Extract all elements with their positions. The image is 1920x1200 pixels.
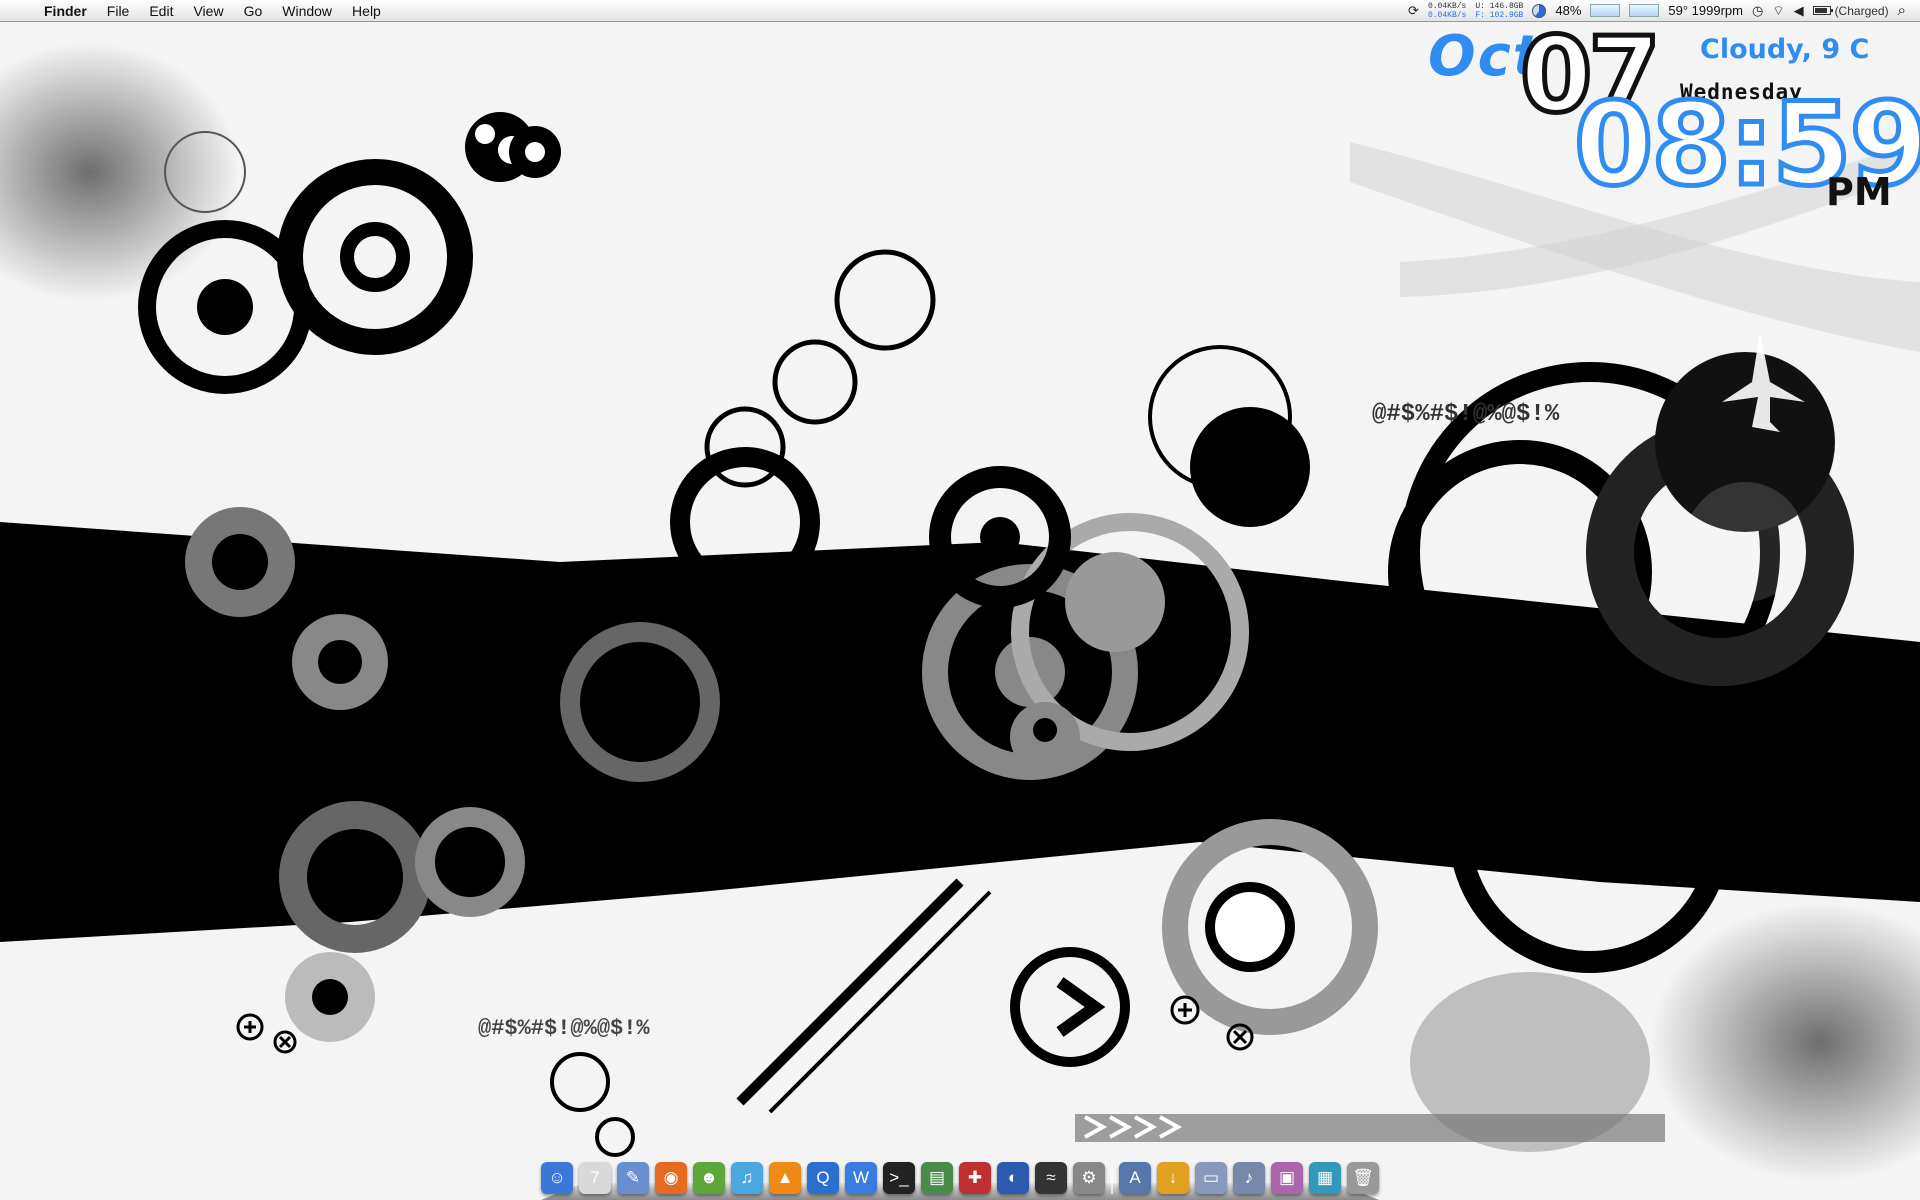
disk-free: F: 102.9GB — [1475, 10, 1524, 20]
adium-icon[interactable]: ☻ — [693, 1162, 725, 1194]
menu-bar: Finder File Edit View Go Window Help ⟳ 0… — [0, 0, 1920, 22]
activity-monitor-icon[interactable]: ▤ — [921, 1162, 953, 1194]
finder-icon[interactable]: ☺ — [541, 1162, 573, 1194]
disk-pie-icon[interactable] — [1532, 3, 1547, 18]
ical-icon[interactable]: 7 — [579, 1162, 611, 1194]
documents-stack-icon[interactable]: ▭ — [1195, 1162, 1227, 1194]
volume-icon[interactable]: ◀ — [1794, 3, 1804, 19]
pictures-stack-icon[interactable]: ▣ — [1271, 1162, 1303, 1194]
memory-graph-icon[interactable] — [1629, 4, 1660, 17]
wallpaper-symbols-1: @#$%#$!@%@$!% — [1372, 401, 1560, 428]
sync-status-icon[interactable]: ⟳ — [1408, 3, 1419, 19]
trash-icon[interactable]: 🗑 — [1347, 1162, 1379, 1194]
terminal-icon[interactable]: >_ — [883, 1162, 915, 1194]
battery-icon — [1812, 6, 1833, 15]
downloads-stack-icon[interactable]: ↓ — [1157, 1162, 1189, 1194]
console-icon[interactable]: ≈ — [1035, 1162, 1067, 1194]
net-down-rate: 0.04KB/s — [1427, 10, 1467, 20]
dashboard-icon[interactable]: ◐ — [997, 1162, 1029, 1194]
spotlight-search-icon[interactable]: ⌕ — [1898, 2, 1906, 19]
menu-edit[interactable]: Edit — [139, 0, 183, 22]
temperature-fan-readout[interactable]: 59° 1999rpm — [1668, 3, 1743, 18]
itunes-icon[interactable]: ♫ — [731, 1162, 763, 1194]
system-preferences-icon[interactable]: ⚙ — [1073, 1162, 1105, 1194]
firefox-icon[interactable]: ◉ — [655, 1162, 687, 1194]
disk-monitor[interactable]: U: 146.8GB F: 102.9GB — [1475, 2, 1523, 20]
desktop-stack-icon[interactable]: ▦ — [1309, 1162, 1341, 1194]
dock: ☺ 7 ✎ ◉ ☻ ♫ ▲ Q W >_ ▤ ✚ ◐ ≈ ⚙ A ↓ ▭ ♪ ▣ ▦ 🗑 — [541, 1153, 1379, 1200]
menu-finder[interactable]: Finder — [40, 0, 97, 22]
music-stack-icon[interactable]: ♪ — [1233, 1162, 1265, 1194]
cpu-percent[interactable]: 48% — [1555, 3, 1581, 18]
disk-used: U: 146.8GB — [1475, 1, 1524, 11]
quicktime-icon[interactable]: Q — [807, 1162, 839, 1194]
vlc-icon[interactable]: ▲ — [769, 1162, 801, 1194]
net-up-rate: 0.04KB/s — [1427, 1, 1467, 11]
widget-weather: Cloudy, 9 C — [1700, 34, 1870, 65]
cpu-graph-icon[interactable] — [1590, 4, 1621, 17]
utility-icon[interactable]: ✚ — [959, 1162, 991, 1194]
wallpaper-symbols-2: @#$%#$!@%@$!% — [478, 1016, 650, 1041]
battery-status[interactable]: (Charged) — [1812, 3, 1889, 18]
menu-go[interactable]: Go — [234, 0, 273, 22]
time-machine-icon[interactable]: ◷ — [1752, 3, 1763, 19]
widget-ampm: PM — [1826, 170, 1892, 214]
menu-view[interactable]: View — [183, 0, 233, 22]
wifi-icon[interactable]: ⌔ — [1772, 3, 1784, 19]
menu-window[interactable]: Window — [272, 0, 342, 22]
applications-stack-icon[interactable]: A — [1119, 1162, 1151, 1194]
network-monitor[interactable]: 0.04KB/s 0.04KB/s — [1428, 2, 1466, 20]
menu-file[interactable]: File — [97, 0, 140, 22]
battery-label: (Charged) — [1834, 3, 1889, 18]
word-icon[interactable]: W — [845, 1162, 877, 1194]
menu-help[interactable]: Help — [342, 0, 391, 22]
dock-separator — [1111, 1164, 1113, 1194]
textedit-icon[interactable]: ✎ — [617, 1162, 649, 1194]
